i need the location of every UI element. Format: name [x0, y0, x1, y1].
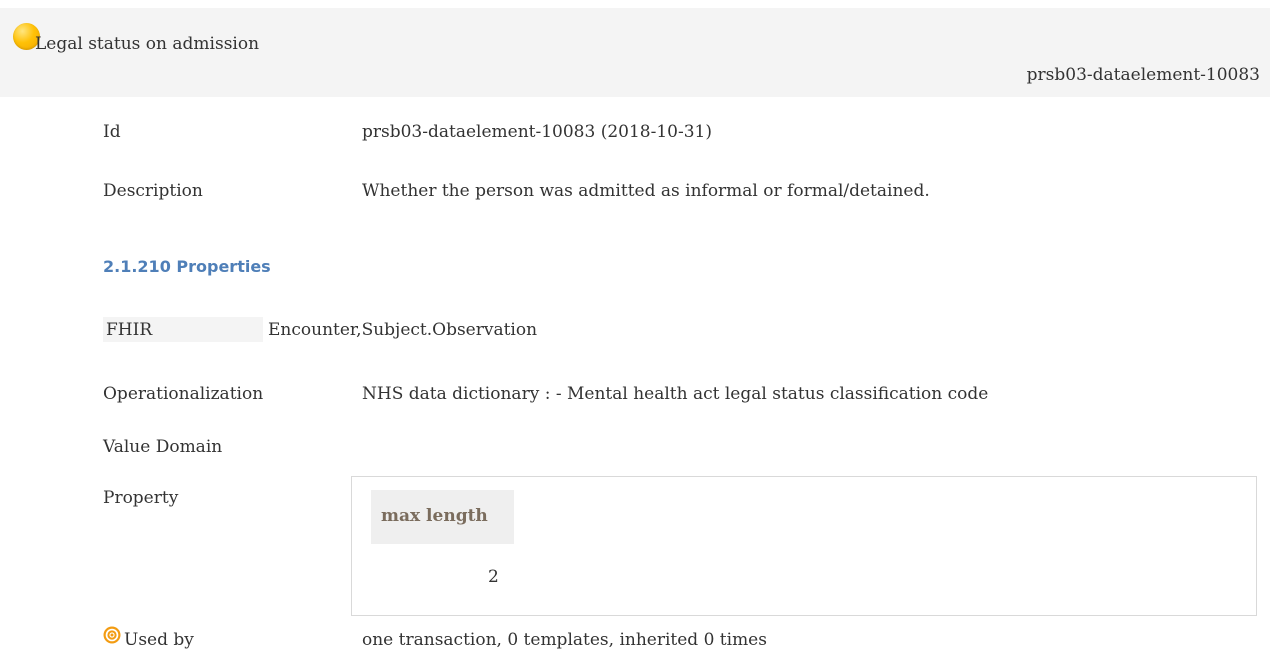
- target-icon: [103, 626, 121, 644]
- used-by-label: Used by: [124, 630, 194, 650]
- fhir-value: Encounter,Subject.Observation: [268, 320, 538, 340]
- operationalization-label: Operationalization: [103, 384, 264, 404]
- max-length-value: 2: [488, 567, 499, 587]
- fhir-label-cell: FHIR: [103, 317, 263, 342]
- id-label: Id: [103, 122, 121, 142]
- properties-section-title: 2.1.210 Properties: [103, 257, 271, 276]
- used-by-value: one transaction, 0 templates, inherited …: [362, 630, 767, 650]
- description-value: Whether the person was admitted as infor…: [362, 181, 930, 201]
- id-value: prsb03-dataelement-10083 (2018-10-31): [362, 122, 713, 142]
- operationalization-value: NHS data dictionary : - Mental health ac…: [362, 384, 989, 404]
- max-length-header: max length: [381, 506, 488, 526]
- property-table: max length 2: [351, 476, 1257, 616]
- fhir-label: FHIR: [106, 320, 153, 340]
- element-title: Legal status on admission: [35, 34, 260, 54]
- value-domain-label: Value Domain: [103, 437, 223, 457]
- property-label: Property: [103, 488, 179, 508]
- element-id-badge: prsb03-dataelement-10083: [1026, 65, 1260, 85]
- description-label: Description: [103, 181, 203, 201]
- element-header: Legal status on admission prsb03-dataele…: [0, 8, 1270, 97]
- property-table-header-cell: max length: [371, 490, 514, 544]
